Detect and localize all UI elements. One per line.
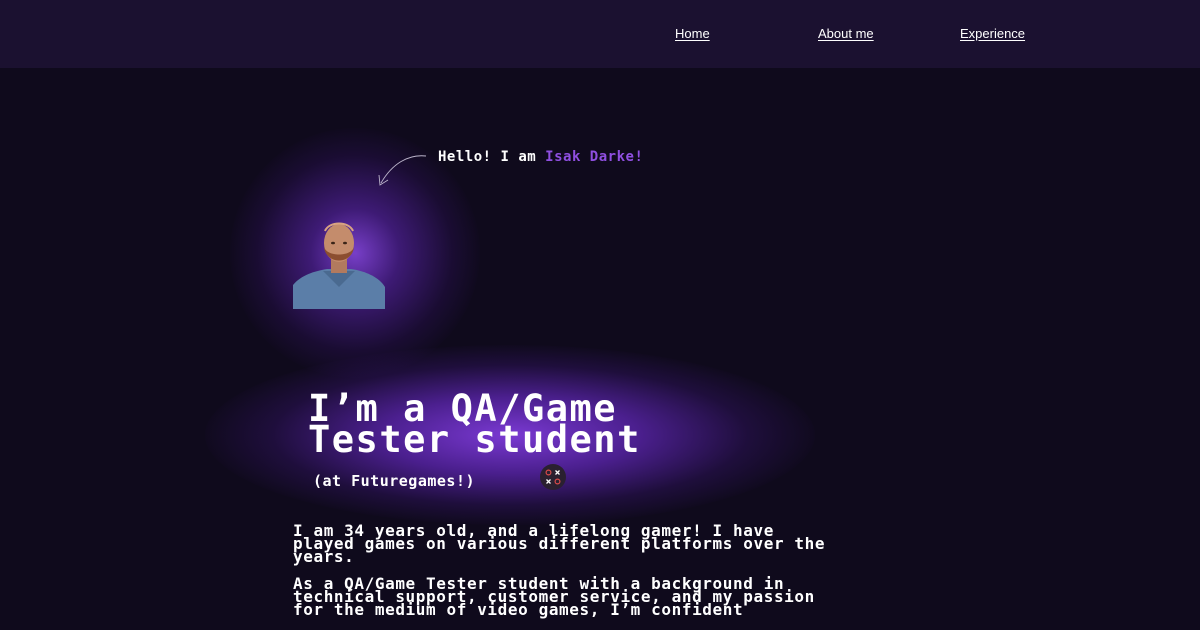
greeting-text: Hello! I am Isak Darke! (438, 149, 643, 165)
hero-title-line-2: Tester student (308, 418, 641, 461)
nav-link-about-me[interactable]: About me (818, 26, 874, 41)
hero-subtitle: (at Futuregames!) (313, 472, 476, 490)
futuregames-logo-icon (540, 464, 566, 490)
avatar (293, 222, 385, 309)
greeting-prefix: Hello! I am (438, 149, 546, 165)
top-navbar: Home About me Experience (0, 0, 1200, 68)
nav-link-home[interactable]: Home (675, 26, 710, 41)
about-paragraph-1: I am 34 years old, and a lifelong gamer!… (293, 521, 826, 566)
page: Home About me Experience Hello! I am Isa… (0, 0, 1200, 630)
nav-link-experience[interactable]: Experience (960, 26, 1025, 41)
curved-arrow-icon (378, 155, 427, 186)
about-paragraph-2: As a QA/Game Tester student with a backg… (293, 574, 815, 619)
greeting-name: Isak Darke! (545, 149, 644, 165)
